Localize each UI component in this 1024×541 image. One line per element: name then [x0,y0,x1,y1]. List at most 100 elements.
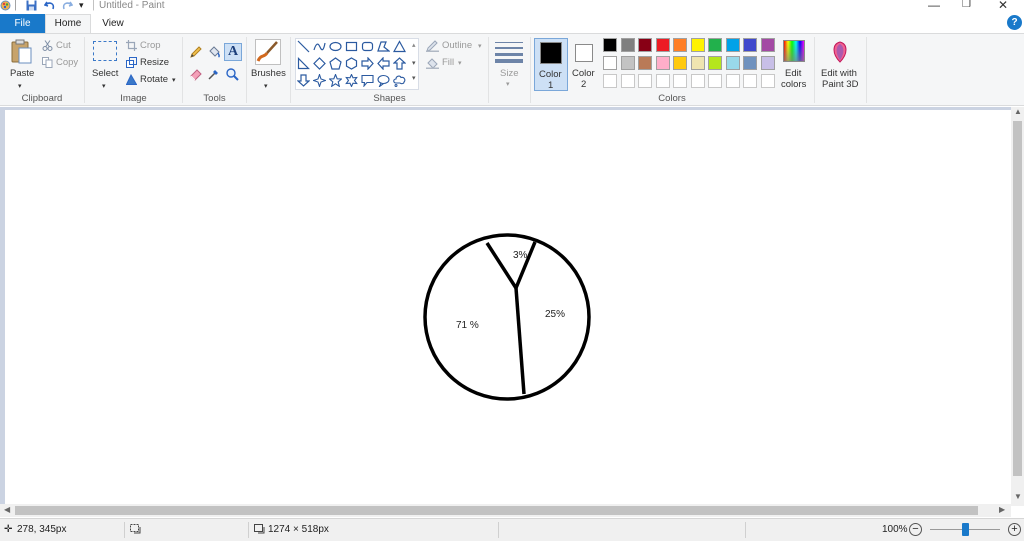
five-point-star-shape-icon[interactable] [328,73,343,88]
palette-swatch[interactable] [708,38,722,52]
shapes-expand-icon[interactable]: ▾ [412,74,416,82]
palette-swatch[interactable] [603,38,617,52]
palette-swatch[interactable] [638,56,652,70]
palette-swatch[interactable] [638,38,652,52]
size-button[interactable]: Size ▾ [492,39,526,95]
palette-swatch[interactable] [743,56,757,70]
palette-swatch[interactable] [760,38,775,52]
right-arrow-shape-icon[interactable] [360,56,375,71]
fill-bucket-icon[interactable] [206,44,222,60]
custom-color-slot[interactable] [708,74,722,88]
edit-with-paint3d-button[interactable]: Edit with Paint 3D [817,38,863,91]
palette-swatch[interactable] [673,38,687,52]
palette-swatch[interactable] [725,56,740,70]
custom-color-slot[interactable] [725,74,740,88]
brushes-dropdown-icon[interactable]: ▾ [264,82,268,90]
curve-shape-icon[interactable] [312,39,327,54]
pencil-icon[interactable] [188,44,204,60]
redo-icon[interactable] [61,0,74,14]
restore-button[interactable]: ❐ [962,0,971,10]
scroll-right-icon[interactable]: ▶ [999,505,1005,514]
four-point-star-shape-icon[interactable] [312,73,327,88]
color2-button[interactable]: Color 2 [570,38,600,91]
paste-button[interactable]: Paste ▾ [9,39,35,95]
custom-color-slot[interactable] [620,74,635,88]
up-arrow-shape-icon[interactable] [392,56,407,71]
zoom-in-button[interactable]: + [1008,523,1021,536]
line-shape-icon[interactable] [296,39,311,54]
scroll-up-icon[interactable]: ▲ [1014,107,1022,116]
palette-swatch[interactable] [620,56,635,70]
pentagon-shape-icon[interactable] [328,56,343,71]
palette-swatch[interactable] [743,38,757,52]
oval-callout-shape-icon[interactable] [376,73,391,88]
triangle-shape-icon[interactable] [392,39,407,54]
edit-colors-button[interactable]: Edit colors [780,38,810,91]
palette-swatch[interactable] [620,38,635,52]
palette-swatch[interactable] [655,38,670,52]
right-triangle-shape-icon[interactable] [296,56,311,71]
outline-dropdown-icon[interactable]: ▾ [478,42,482,50]
custom-color-slot[interactable] [690,74,705,88]
rounded-rectangle-shape-icon[interactable] [360,39,375,54]
size-dropdown-icon[interactable]: ▾ [506,80,510,88]
palette-swatch[interactable] [690,56,705,70]
rotate-button[interactable]: Rotate ▾ [126,74,178,87]
oval-shape-icon[interactable] [328,39,343,54]
polygon-shape-icon[interactable] [376,39,391,54]
six-point-star-shape-icon[interactable] [344,73,359,88]
fill-button[interactable]: Fill ▾ [426,57,486,70]
shapes-scroll-up-icon[interactable]: ▴ [412,41,416,49]
custom-color-slot[interactable] [603,74,617,88]
tab-home[interactable]: Home [45,14,91,34]
left-arrow-shape-icon[interactable] [376,56,391,71]
tab-view[interactable]: View [93,14,133,33]
tab-file[interactable]: File [0,14,45,33]
palette-swatch[interactable] [760,56,775,70]
brushes-button[interactable]: Brushes ▾ [250,39,286,95]
custom-color-slot[interactable] [760,74,775,88]
outline-button[interactable]: Outline ▾ [426,40,486,53]
vertical-scroll-thumb[interactable] [1013,121,1022,476]
undo-icon[interactable] [43,0,56,14]
custom-color-slot[interactable] [673,74,687,88]
scroll-down-icon[interactable]: ▼ [1014,492,1022,501]
shapes-scroll-down-icon[interactable]: ▾ [412,59,416,67]
hexagon-shape-icon[interactable] [344,56,359,71]
text-icon[interactable]: A [224,43,242,61]
color-picker-icon[interactable] [206,66,222,82]
magnifier-icon[interactable] [224,66,240,82]
custom-color-slot[interactable] [743,74,757,88]
cut-button[interactable]: Cut [42,40,78,53]
color1-button[interactable]: Color 1 [534,38,568,91]
customize-qa-icon[interactable]: ▾ [79,0,84,11]
custom-color-slot[interactable] [638,74,652,88]
palette-swatch[interactable] [708,56,722,70]
minimize-button[interactable]: — [928,0,940,12]
down-arrow-shape-icon[interactable] [296,73,311,88]
horizontal-scrollbar[interactable]: ◀ ▶ [0,504,1011,517]
help-icon[interactable]: ? [1007,15,1022,30]
custom-color-slot[interactable] [655,74,670,88]
rotate-dropdown-icon[interactable]: ▾ [172,76,176,84]
scroll-left-icon[interactable]: ◀ [4,505,10,514]
eraser-icon[interactable] [188,66,204,82]
diamond-shape-icon[interactable] [312,56,327,71]
zoom-slider-thumb[interactable] [962,523,969,536]
paste-dropdown-icon[interactable]: ▾ [18,82,22,90]
palette-swatch[interactable] [690,38,705,52]
copy-button[interactable]: Copy [42,57,78,70]
rectangle-shape-icon[interactable] [344,39,359,54]
cloud-callout-shape-icon[interactable] [392,73,407,88]
horizontal-scroll-thumb[interactable] [15,506,978,515]
save-icon[interactable] [26,0,37,14]
palette-swatch[interactable] [725,38,740,52]
select-button[interactable]: Select ▾ [91,39,119,95]
close-button[interactable]: ✕ [998,0,1008,12]
zoom-out-button[interactable]: − [909,523,922,536]
resize-button[interactable]: Resize [126,57,176,70]
fill-dropdown-icon[interactable]: ▾ [458,59,462,67]
select-dropdown-icon[interactable]: ▾ [102,82,106,90]
vertical-scrollbar[interactable]: ▲ ▼ [1011,107,1024,506]
rect-callout-shape-icon[interactable] [360,73,375,88]
